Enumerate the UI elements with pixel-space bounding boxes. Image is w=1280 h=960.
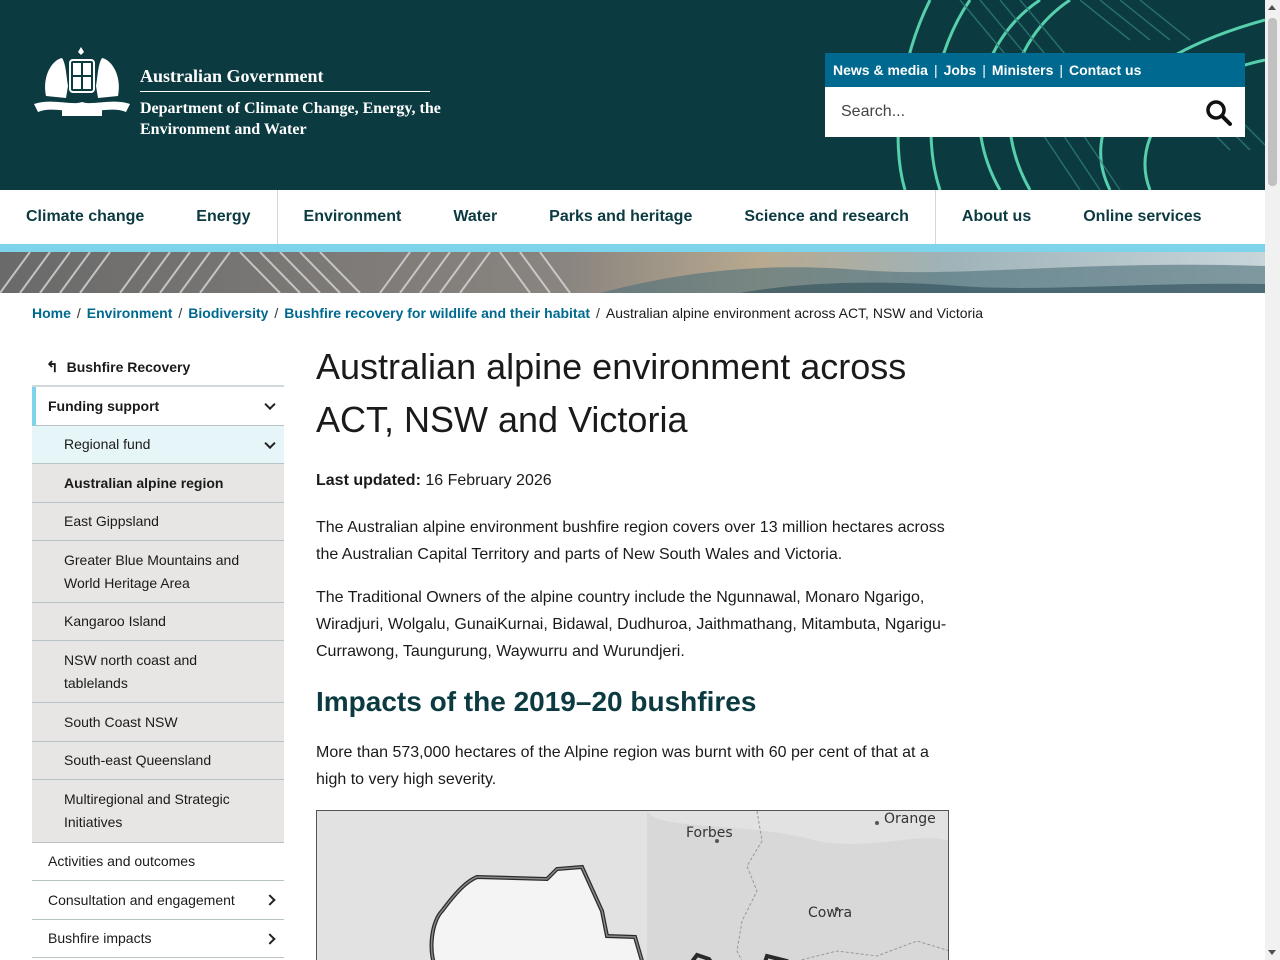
sidebar-item-australian-alpine-region[interactable]: Australian alpine region <box>32 464 284 503</box>
sidebar-item-label: Greater Blue Mountains and World Heritag… <box>64 551 240 591</box>
breadcrumb-separator: / <box>596 305 600 321</box>
sidebar-item-label: NSW north coast and tablelands <box>64 651 198 691</box>
hero-banner-image <box>0 252 1265 293</box>
sidebar-item-consultation-engagement[interactable]: Consultation and engagement <box>32 881 284 920</box>
sidebar-item-label: South-east Queensland <box>64 752 212 768</box>
search-icon <box>1206 100 1232 126</box>
map-label-cowra: Cowra <box>808 905 853 921</box>
sidebar-item-label: Funding support <box>48 397 160 414</box>
traditional-owners-paragraph: The Traditional Owners of the alpine cou… <box>316 589 947 660</box>
sidebar-item-east-gippsland[interactable]: East Gippsland <box>32 503 284 541</box>
last-updated-label: Last updated: <box>316 472 421 489</box>
header-rule <box>140 91 430 92</box>
section-sidebar-nav: ↰ Bushfire Recovery Funding support Regi… <box>32 348 284 958</box>
ministers-link[interactable]: Ministers <box>992 62 1053 78</box>
sidebar-item-label: East Gippsland <box>64 513 159 529</box>
page-scrollbar[interactable] <box>1265 0 1280 960</box>
sidebar-back-label: Bushfire Recovery <box>66 358 191 375</box>
back-arrow-icon: ↰ <box>46 358 59 376</box>
sidebar-item-kangaroo-island[interactable]: Kangaroo Island <box>32 603 284 641</box>
scrollbar-thumb[interactable] <box>1268 18 1277 186</box>
chevron-down-icon[interactable] <box>264 437 276 449</box>
utility-links-bar: News & media | Jobs | Ministers | Contac… <box>825 53 1245 87</box>
sidebar-item-south-east-queensland[interactable]: South-east Queensland <box>32 742 284 780</box>
sidebar-item-multiregional[interactable]: Multiregional and Strategic Initiatives <box>32 780 284 843</box>
scroll-down-arrow-icon[interactable] <box>1268 950 1276 955</box>
sidebar-item-activities-outcomes[interactable]: Activities and outcomes <box>32 843 284 881</box>
separator: | <box>1059 62 1064 78</box>
chevron-right-icon <box>264 932 276 945</box>
department-name: Department of Climate Change, Energy, th… <box>140 100 441 138</box>
news-media-link[interactable]: News & media <box>833 62 928 78</box>
breadcrumb: Home / Environment / Biodiversity / Bush… <box>32 305 983 321</box>
breadcrumb-environment[interactable]: Environment <box>87 305 173 321</box>
nav-energy[interactable]: Energy <box>170 190 276 244</box>
nav-accent-bar <box>0 244 1265 252</box>
main-navigation: Climate change Energy Environment Water … <box>0 190 1265 244</box>
breadcrumb-biodiversity[interactable]: Biodiversity <box>188 305 268 321</box>
impact-paragraph: More than 573,000 hectares of the Alpine… <box>316 744 929 788</box>
intro-paragraph: The Australian alpine environment bushfi… <box>316 519 945 563</box>
nav-parks-and-heritage[interactable]: Parks and heritage <box>523 190 718 244</box>
sidebar-item-label: Bushfire impacts <box>48 930 152 946</box>
sidebar-item-funding-support[interactable]: Funding support <box>32 387 284 426</box>
chevron-down-icon[interactable] <box>264 398 276 411</box>
page-title: Australian alpine environment across ACT… <box>316 346 907 440</box>
breadcrumb-bushfire-recovery[interactable]: Bushfire recovery for wildlife and their… <box>284 305 590 321</box>
sidebar-item-label: Multiregional and Strategic Initiatives <box>64 791 230 830</box>
last-updated-date: 16 February 2026 <box>425 472 552 489</box>
nav-online-services[interactable]: Online services <box>1057 190 1227 244</box>
sidebar-item-nsw-north-coast[interactable]: NSW north coast and tablelands <box>32 641 284 703</box>
nav-water[interactable]: Water <box>427 190 523 244</box>
search-button[interactable] <box>1205 99 1233 127</box>
jobs-link[interactable]: Jobs <box>944 62 977 78</box>
last-updated: Last updated: 16 February 2026 <box>316 470 951 492</box>
chevron-right-icon <box>264 894 276 906</box>
sidebar-item-greater-blue-mountains[interactable]: Greater Blue Mountains and World Heritag… <box>32 541 284 603</box>
sidebar-item-label: South Coast NSW <box>64 713 178 730</box>
separator: | <box>982 62 986 78</box>
nav-about-us[interactable]: About us <box>936 190 1057 244</box>
scroll-up-arrow-icon[interactable] <box>1268 5 1276 10</box>
bushfire-region-map[interactable]: Forbes Orange Cowra <box>316 810 949 960</box>
nav-climate-change[interactable]: Climate change <box>0 190 170 244</box>
sidebar-back-link[interactable]: ↰ Bushfire Recovery <box>32 348 284 387</box>
site-header: Australian Government Department of Clim… <box>0 0 1265 190</box>
sidebar-item-south-coast-nsw[interactable]: South Coast NSW <box>32 703 284 742</box>
sidebar-item-label: Australian alpine region <box>64 474 224 491</box>
impacts-heading: Impacts of the 2019–20 bushfires <box>316 686 757 717</box>
sidebar-item-bushfire-impacts[interactable]: Bushfire impacts <box>32 920 284 958</box>
separator: | <box>933 62 938 78</box>
nav-environment[interactable]: Environment <box>278 190 428 244</box>
map-graphic <box>317 811 948 960</box>
government-title: Australian Government <box>140 66 324 86</box>
breadcrumb-current: Australian alpine environment across ACT… <box>605 305 984 321</box>
contact-us-link[interactable]: Contact us <box>1069 62 1141 78</box>
map-label-forbes: Forbes <box>686 825 733 841</box>
breadcrumb-separator: / <box>178 305 183 321</box>
breadcrumb-home[interactable]: Home <box>32 305 71 321</box>
sidebar-item-label: Activities and outcomes <box>48 853 196 869</box>
nav-science-and-research[interactable]: Science and research <box>718 190 935 244</box>
coat-of-arms-logo <box>34 47 130 116</box>
breadcrumb-separator: / <box>76 305 81 321</box>
main-content: Australian alpine environment across ACT… <box>316 340 951 793</box>
breadcrumb-separator: / <box>274 305 279 321</box>
sidebar-item-label: Consultation and engagement <box>48 891 235 908</box>
map-label-orange: Orange <box>884 811 936 827</box>
sidebar-item-label: Kangaroo Island <box>64 613 166 629</box>
sidebar-item-regional-fund[interactable]: Regional fund <box>32 426 284 464</box>
sidebar-item-label: Regional fund <box>64 436 151 452</box>
search-input[interactable] <box>825 87 1195 137</box>
search-box <box>825 87 1245 137</box>
